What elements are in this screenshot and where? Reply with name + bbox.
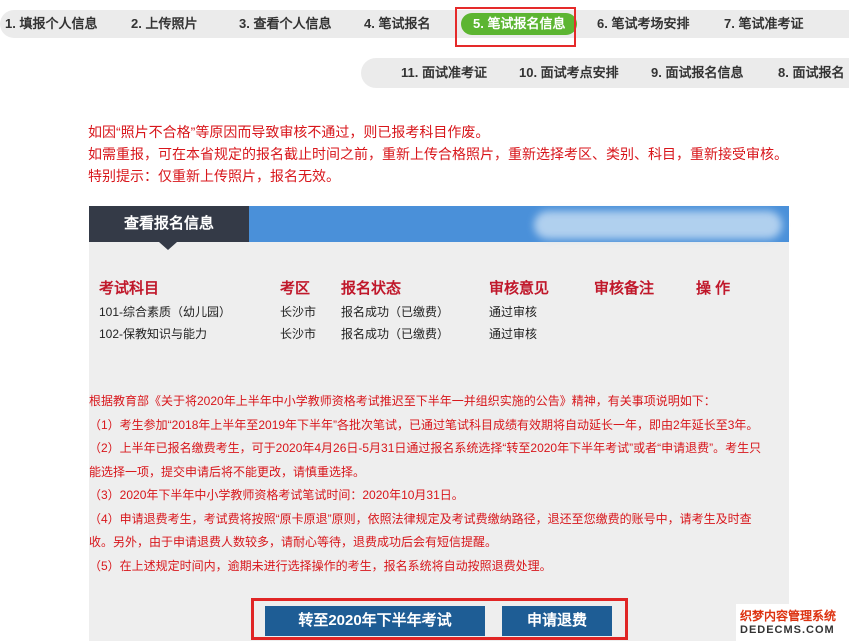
policy-line: （5）在上述规定时间内，逾期未进行选择操作的考生，报名系统将自动按照退费处理。 — [89, 558, 552, 573]
interview-steps-bar: 11. 面试准考证 10. 面试考点安排 9. 面试报名信息 8. 面试报名 — [361, 58, 849, 88]
column-header-review-note: 审核备注 — [594, 280, 655, 297]
active-step-highlight-frame — [455, 7, 576, 47]
cell-status: 报名成功（已缴费） — [341, 305, 450, 319]
cell-review: 通过审核 — [489, 327, 538, 341]
blurred-user-info — [534, 211, 782, 239]
step-written-registration[interactable]: 4. 笔试报名 — [364, 10, 430, 38]
photo-notice: 如因“照片不合格”等原因而导致审核不通过，则已报考科目作废。 如需重报，可在本省… — [88, 121, 788, 187]
policy-line: 根据教育部《关于将2020年上半年中小学教师资格考试推迟至下半年一并组织实施的公… — [89, 394, 716, 408]
cell-region: 长沙市 — [280, 305, 317, 319]
panel-title: 查看报名信息 — [89, 206, 249, 250]
transfer-to-second-half-button[interactable]: 转至2020年下半年考试 — [265, 606, 485, 636]
step-interview-venue[interactable]: 10. 面试考点安排 — [519, 58, 619, 88]
cell-status: 报名成功（已缴费） — [341, 327, 450, 341]
request-refund-button[interactable]: 申请退费 — [502, 606, 612, 636]
column-header-action: 操 作 — [696, 280, 731, 297]
step-view-personal-info[interactable]: 3. 查看个人信息 — [239, 10, 331, 38]
column-header-subject: 考试科目 — [99, 280, 160, 297]
notice-line: 如因“照片不合格”等原因而导致审核不通过，则已报考科目作废。 — [88, 124, 490, 140]
policy-line: （3）2020年下半年中小学教师资格考试笔试时间：2020年10月31日。 — [89, 488, 464, 502]
watermark-domain: DEDECMS.COM — [740, 624, 835, 636]
cell-region: 长沙市 — [280, 327, 317, 341]
policy-line: （4）申请退费考生，考试费将按照“原卡原退”原则，依照法律规定及考试费缴纳路径，… — [89, 511, 752, 526]
policy-line: （2）上半年已报名缴费考生，可于2020年4月26日-5月31日通过报名系统选择… — [89, 441, 762, 455]
step-written-exam-room[interactable]: 6. 笔试考场安排 — [597, 10, 689, 38]
registration-info-panel: 查看报名信息 考试科目 考区 报名状态 审核意见 审核备注 操 作 101-综合… — [89, 206, 789, 641]
step-interview-registration[interactable]: 8. 面试报名 — [778, 58, 844, 88]
policy-line: （1）考生参加“2018年上半年至2019年下半年”各批次笔试，已通过笔试科目成… — [89, 417, 759, 432]
cell-review: 通过审核 — [489, 305, 538, 319]
notice-line: 如需重报，可在本省规定的报名截止时间之前，重新上传合格照片，重新选择考区、类别、… — [88, 146, 788, 162]
cell-subject: 101-综合素质（幼儿园） — [99, 305, 232, 319]
column-header-region: 考区 — [280, 280, 311, 297]
step-interview-admission-ticket[interactable]: 11. 面试准考证 — [401, 58, 487, 88]
exam-steps-bar: 1. 填报个人信息 2. 上传照片 3. 查看个人信息 4. 笔试报名 5. 笔… — [0, 10, 849, 38]
watermark-logo: 织梦内容管理系统 DEDECMS.COM — [736, 604, 849, 641]
step-upload-photo[interactable]: 2. 上传照片 — [131, 10, 197, 38]
step-fill-personal-info[interactable]: 1. 填报个人信息 — [5, 10, 97, 38]
step-written-admission-ticket[interactable]: 7. 笔试准考证 — [724, 10, 803, 38]
column-header-review: 审核意见 — [489, 280, 550, 297]
cell-subject: 102-保教知识与能力 — [99, 327, 208, 341]
step-interview-registration-info[interactable]: 9. 面试报名信息 — [651, 58, 743, 88]
policy-notice: 根据教育部《关于将2020年上半年中小学教师资格考试推迟至下半年一并组织实施的公… — [89, 390, 789, 578]
notice-line: 特别提示：仅重新上传照片，报名无效。 — [88, 168, 340, 184]
policy-line: 能选择一项，提交申请后将不能更改，请慎重选择。 — [89, 464, 366, 479]
policy-line: 收。另外，由于申请退费人数较多，请耐心等待，退费成功后会有短信提醒。 — [89, 535, 498, 549]
watermark-title: 织梦内容管理系统 — [740, 609, 837, 623]
column-header-status: 报名状态 — [341, 280, 402, 297]
